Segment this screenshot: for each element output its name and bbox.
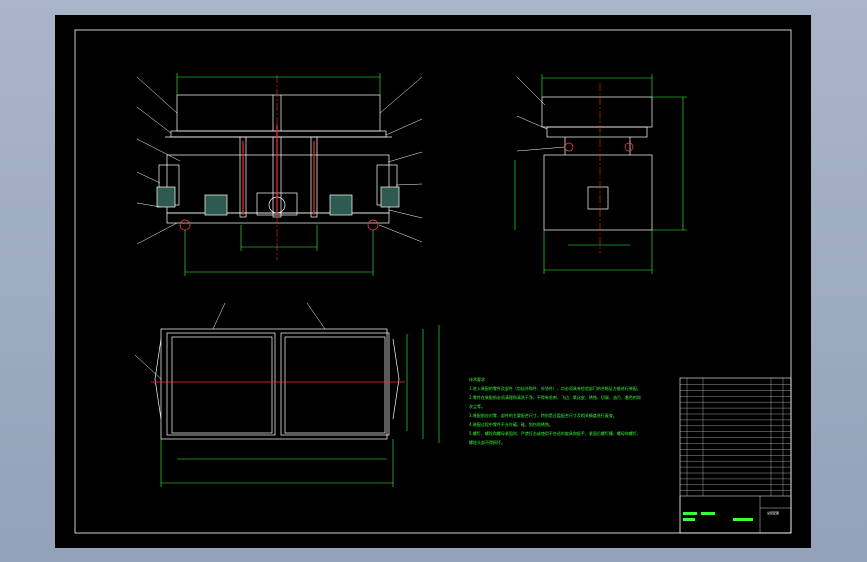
parts-list-rows [680,384,791,491]
side-dimensions [514,74,687,274]
front-wheel-right [367,219,379,231]
front-leaders [136,76,423,245]
front-cylinders [242,125,315,215]
side-leaders [516,76,566,152]
tech-note-line: 3.装配前应对零、部件的主要配合尺寸，特别是过盈配合尺寸及相关精度进行复查。 [469,412,617,418]
top-dimensions [160,325,440,487]
top-view [154,328,400,440]
front-platen [170,130,387,138]
side-center-box [587,186,609,210]
side-view [541,96,653,231]
top-pallet-right [284,336,386,434]
drawing-border [74,29,792,534]
front-bottom-rail [166,212,390,224]
parts-list-columns [686,378,784,496]
front-block-left [204,194,228,216]
drawing-canvas: 技术要求 1.进入装配的零件及部件（包括外购件、外协件），均必须具有检验部门的合… [74,29,792,534]
tech-note-line: 5.螺钉、螺栓和螺母紧固时，严禁打击或使用不合适的旋具和扳手。紧固后螺钉槽、螺母… [469,430,641,436]
cad-viewport[interactable]: 技术要求 1.进入装配的零件及部件（包括外购件、外协件），均必须具有检验部门的合… [55,15,811,548]
tech-note-line: 螺栓头部不得损坏。 [469,439,505,445]
tech-note-title: 技术要求 [469,376,485,382]
tech-note-line: 4.装配过程中零件不允许磕、碰、划伤和锈蚀。 [469,421,553,427]
front-view [156,94,400,231]
front-wheel-left [179,219,191,231]
side-top-tray [541,96,653,128]
tech-note-line: 2.零件在装配前必须清理和清洗干净，不得有毛刺、飞边、氧化皮、锈蚀、切屑、油污、… [469,394,641,400]
tech-note-line: 1.进入装配的零件及部件（包括外购件、外协件），均必须具有检验部门的合格证方能进… [469,385,641,391]
front-base-frame [166,154,390,214]
side-base-body [543,154,653,231]
top-leaders [134,302,326,380]
front-top-tray [176,94,381,132]
tech-notes: 技术要求 1.进入装配的零件及部件（包括外购件、外协件），均必须具有检验部门的合… [469,376,641,445]
title-block: 总装配图 [679,377,792,534]
top-outer-frame [160,328,388,440]
front-block-right [329,194,353,216]
side-platen [546,126,648,138]
tech-note-line: 灰尘等。 [469,403,485,409]
front-dimensions [176,73,381,276]
parts-list-table [679,377,792,534]
top-pallet-left [171,336,273,434]
drawing-title: 总装配图 [767,510,779,515]
